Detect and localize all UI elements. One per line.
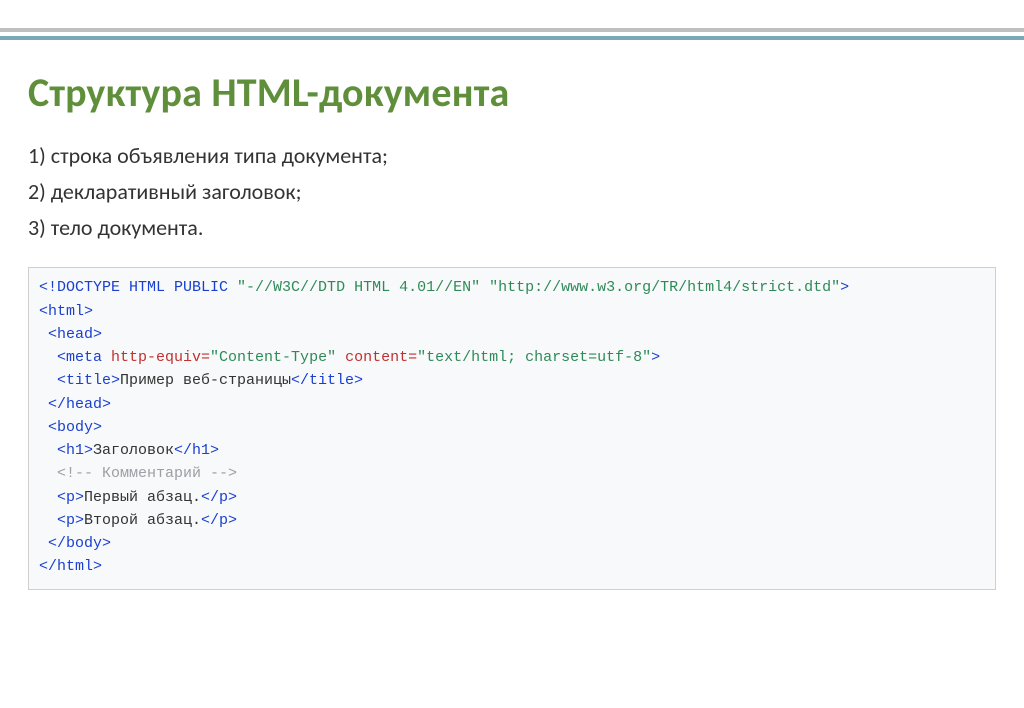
code-line-5c: </title> <box>291 372 363 389</box>
code-line-4d: content= <box>345 349 417 366</box>
code-line-11a: <p> <box>39 512 84 529</box>
slide-title: Структура HTML-документа <box>28 68 996 117</box>
code-line-11b: Второй абзац. <box>84 512 201 529</box>
code-line-11c: </p> <box>201 512 237 529</box>
code-line-5a: <title> <box>39 372 120 389</box>
bullet-item-2: 2) декларативный заголовок; <box>28 175 996 209</box>
code-line-3: <head> <box>39 326 102 343</box>
code-line-4a: <meta <box>39 349 111 366</box>
code-line-4b: http-equiv= <box>111 349 210 366</box>
bullet-list: 1) строка объявления типа документа; 2) … <box>28 139 996 245</box>
code-line-4e: "text/html; charset=utf-8" <box>417 349 651 366</box>
code-line-10a: <p> <box>39 489 84 506</box>
code-line-10b: Первый абзац. <box>84 489 201 506</box>
code-line-8c: </h1> <box>174 442 219 459</box>
slide-top-border <box>0 0 1024 32</box>
code-line-1b: "-//W3C//DTD HTML 4.01//EN" "http://www.… <box>237 279 840 296</box>
code-line-6: </head> <box>39 396 111 413</box>
code-line-4c: "Content-Type" <box>210 349 336 366</box>
code-line-2: <html> <box>39 303 93 320</box>
code-line-5b: Пример веб-страницы <box>120 372 291 389</box>
bullet-item-3: 3) тело документа. <box>28 211 996 245</box>
code-line-7: <body> <box>39 419 102 436</box>
code-line-8a: <h1> <box>39 442 93 459</box>
code-line-4sp <box>336 349 345 366</box>
code-line-4f: > <box>651 349 660 366</box>
code-line-12: </body> <box>39 535 111 552</box>
code-line-1a: <!DOCTYPE HTML PUBLIC <box>39 279 237 296</box>
code-sample: <!DOCTYPE HTML PUBLIC "-//W3C//DTD HTML … <box>28 267 996 589</box>
slide-content: Структура HTML-документа 1) строка объяв… <box>0 32 1024 590</box>
code-line-8b: Заголовок <box>93 442 174 459</box>
code-line-9: <!-- Комментарий --> <box>39 465 237 482</box>
bullet-item-1: 1) строка объявления типа документа; <box>28 139 996 173</box>
code-line-10c: </p> <box>201 489 237 506</box>
code-line-13: </html> <box>39 558 102 575</box>
code-line-1c: > <box>840 279 849 296</box>
